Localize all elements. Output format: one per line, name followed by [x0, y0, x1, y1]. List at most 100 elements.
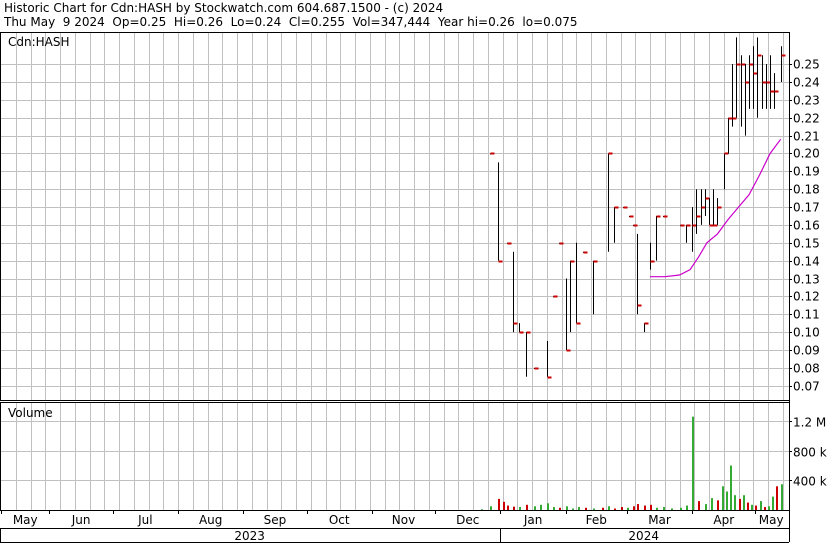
price-bar: [732, 64, 737, 127]
volume-bar: [734, 495, 736, 510]
volume-bar: [507, 505, 509, 510]
volume-bar: [663, 507, 665, 510]
volume-bar: [481, 509, 483, 510]
volume-bars: [481, 416, 783, 510]
price-tick-label: 0.23: [793, 94, 820, 108]
price-tick-label: 0.07: [793, 380, 820, 394]
volume-bar: [747, 502, 749, 510]
price-bar: [633, 224, 638, 227]
price-bar: [728, 117, 733, 154]
volume-bar: [722, 486, 724, 510]
price-bar: [753, 46, 758, 109]
month-label: Sep: [264, 513, 287, 527]
volume-bar: [772, 496, 774, 510]
volume-bar: [566, 506, 568, 510]
volume-bar: [671, 508, 673, 510]
price-bar: [559, 242, 564, 245]
price-bar: [745, 64, 750, 136]
price-tick-label: 0.13: [793, 273, 820, 287]
month-label: Jul: [137, 513, 152, 527]
volume-bar: [490, 506, 492, 510]
volume-bar: [768, 506, 770, 510]
price-bar: [547, 341, 552, 379]
price-bar: [741, 55, 746, 127]
price-bar: [553, 295, 558, 298]
price-bar: [637, 233, 642, 315]
volume-bar: [503, 501, 505, 510]
volume-bar: [680, 507, 682, 510]
month-label: Apr: [713, 513, 734, 527]
month-label: Oct: [329, 513, 350, 527]
price-bar: [498, 162, 503, 263]
volume-bar: [540, 504, 542, 510]
volume-bar: [730, 465, 732, 510]
price-bar: [644, 322, 649, 333]
month-label: Dec: [456, 513, 479, 527]
volume-bar: [526, 504, 528, 510]
price-bar: [526, 331, 531, 377]
price-bar: [757, 37, 762, 118]
volume-bar: [621, 507, 623, 510]
price-tick-label: 0.12: [793, 290, 820, 304]
volume-bar: [593, 508, 595, 510]
volume-bar: [751, 504, 753, 510]
volume-pane-title: Volume: [8, 406, 53, 420]
volume-bar: [513, 506, 515, 510]
chart-frames: [0, 32, 792, 543]
price-tick-label: 0.08: [793, 362, 820, 376]
price-bar: [686, 224, 691, 243]
price-bar: [623, 206, 628, 209]
volume-tick-label: 1.2 M: [793, 416, 826, 430]
price-bar: [705, 189, 710, 216]
price-bar: [629, 215, 634, 218]
volume-tick-label: 400 k: [793, 475, 827, 489]
month-label: May: [759, 513, 784, 527]
volume-bar: [553, 507, 555, 510]
price-tick-label: 0.10: [793, 326, 820, 340]
volume-bar: [633, 506, 635, 510]
volume-bar: [637, 504, 639, 510]
price-bar: [717, 198, 722, 225]
price-tick-label: 0.22: [793, 112, 820, 126]
volume-grid: [0, 402, 789, 510]
volume-bar: [764, 507, 766, 510]
price-pane-title: Cdn:HASH: [8, 35, 70, 49]
price-tick-label: 0.14: [793, 255, 820, 269]
volume-bar: [711, 498, 713, 510]
volume-tick-label: 800 k: [793, 446, 827, 460]
month-label: Feb: [586, 513, 607, 527]
volume-bar: [692, 416, 694, 510]
price-bar: [614, 206, 619, 243]
volume-bar: [717, 500, 719, 510]
price-tick-label: 0.17: [793, 201, 820, 215]
price-bar: [519, 323, 524, 334]
price-bar: [593, 260, 598, 315]
volume-bar: [698, 501, 700, 510]
price-bar: [583, 251, 588, 254]
stock-chart: 0.25 0.24 0.23 0.22 0.21 0.20 0.19 0.18 0.17 0.16…: [0, 32, 827, 543]
price-tick-label: 0.20: [793, 147, 820, 161]
price-bar: [680, 224, 685, 227]
volume-bar: [760, 501, 762, 510]
volume-bar: [644, 505, 646, 510]
volume-bar: [650, 504, 652, 510]
volume-bar: [534, 506, 536, 510]
price-tick-label: 0.15: [793, 237, 820, 251]
volume-bar: [498, 498, 500, 510]
month-label: Aug: [199, 513, 222, 527]
volume-bar: [743, 495, 745, 510]
month-label: Nov: [392, 513, 415, 527]
price-bar: [490, 152, 495, 155]
price-tick-label: 0.24: [793, 76, 820, 90]
year-label-2024: 2024: [628, 529, 659, 543]
price-bar: [701, 189, 706, 225]
price-tick-label: 0.25: [793, 58, 820, 72]
volume-bar: [578, 507, 580, 510]
price-tick-label: 0.09: [793, 344, 820, 358]
price-tick-label: 0.21: [793, 130, 820, 144]
price-bar: [696, 189, 701, 234]
volume-bar: [781, 484, 783, 510]
price-bar: [608, 152, 613, 252]
volume-bar: [776, 486, 778, 510]
volume-bar: [572, 508, 574, 510]
